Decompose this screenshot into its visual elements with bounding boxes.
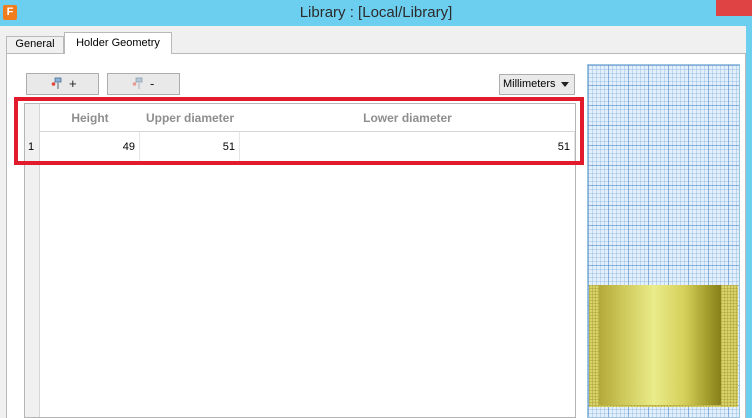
table-row[interactable]: 1 49 51 51 xyxy=(25,132,575,163)
holder-preview-shape xyxy=(599,285,721,405)
chevron-down-icon xyxy=(561,82,569,87)
units-dropdown[interactable]: Millimeters xyxy=(499,74,575,95)
column-header-upper-diameter[interactable]: Upper diameter xyxy=(140,104,240,132)
holder-add-icon xyxy=(51,77,62,89)
column-header-lower-diameter[interactable]: Lower diameter xyxy=(240,104,575,132)
tab-general[interactable]: General xyxy=(6,36,64,53)
remove-row-label: - xyxy=(150,76,155,91)
close-button[interactable] xyxy=(716,0,752,16)
holder-geometry-table: Height Upper diameter Lower diameter 1 4… xyxy=(24,103,576,418)
table-header-row: Height Upper diameter Lower diameter xyxy=(40,104,575,132)
holder-remove-icon xyxy=(132,77,143,89)
column-header-height[interactable]: Height xyxy=(40,104,140,132)
tab-bar: General Holder Geometry xyxy=(0,26,746,54)
cell-upper-diameter[interactable]: 51 xyxy=(140,132,240,163)
remove-row-button[interactable]: - xyxy=(107,73,180,95)
add-row-label: + xyxy=(69,76,77,91)
units-selected-value: Millimeters xyxy=(503,78,556,90)
cell-height[interactable]: 49 xyxy=(40,132,140,163)
cell-lower-diameter[interactable]: 51 xyxy=(240,132,575,163)
window-title: Library : [Local/Library] xyxy=(299,4,453,21)
row-number[interactable]: 1 xyxy=(25,132,40,163)
add-row-button[interactable]: + xyxy=(26,73,99,95)
window-border xyxy=(746,26,752,418)
tab-holder-geometry[interactable]: Holder Geometry xyxy=(64,32,172,54)
title-bar: F Library : [Local/Library] xyxy=(0,0,752,26)
